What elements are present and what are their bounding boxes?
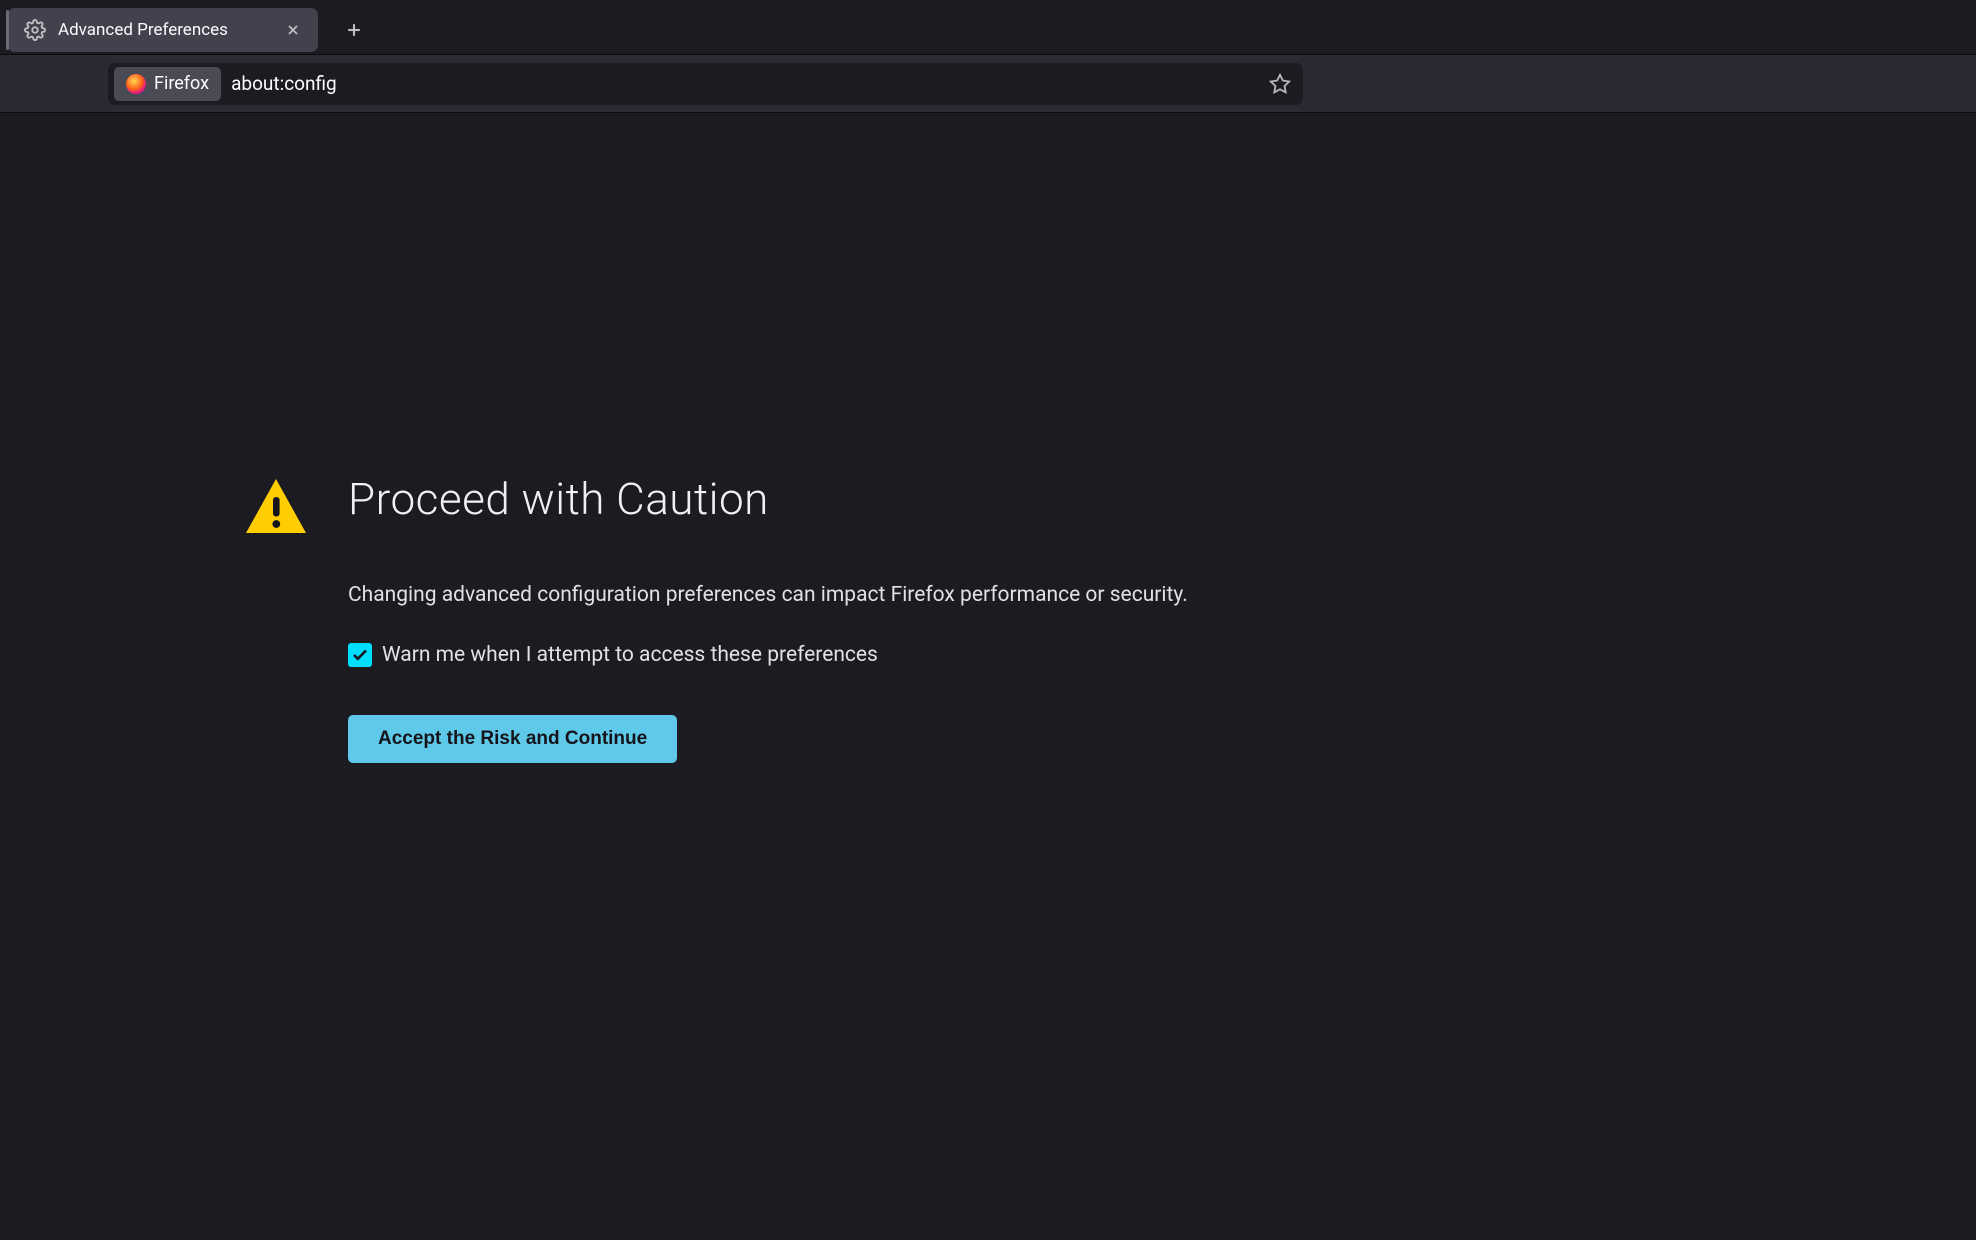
accept-risk-button[interactable]: Accept the Risk and Continue (348, 715, 677, 763)
new-tab-button[interactable] (336, 12, 372, 48)
warning-container: Proceed with Caution Changing advanced c… (240, 473, 1188, 763)
bookmark-star-button[interactable] (1267, 71, 1293, 97)
identity-label: Firefox (154, 73, 209, 94)
navigation-toolbar: Firefox about:config (0, 55, 1976, 113)
warning-triangle-icon (240, 473, 312, 763)
gear-icon (24, 19, 46, 41)
warning-description: Changing advanced configuration preferen… (348, 583, 1188, 607)
identity-box[interactable]: Firefox (114, 67, 221, 101)
warn-checkbox-label[interactable]: Warn me when I attempt to access these p… (382, 643, 878, 667)
tab-bar: Advanced Preferences (0, 0, 1976, 55)
close-tab-button[interactable] (280, 17, 306, 43)
url-text: about:config (231, 72, 1257, 95)
warn-checkbox[interactable] (348, 643, 372, 667)
tab-title: Advanced Preferences (58, 20, 268, 40)
tab-accent (6, 10, 9, 50)
warning-content: Proceed with Caution Changing advanced c… (348, 473, 1188, 763)
warning-title: Proceed with Caution (348, 473, 1188, 525)
firefox-icon (126, 74, 146, 94)
content-area: Proceed with Caution Changing advanced c… (0, 113, 1976, 763)
checkbox-row: Warn me when I attempt to access these p… (348, 643, 1188, 667)
browser-tab[interactable]: Advanced Preferences (8, 8, 318, 52)
url-bar[interactable]: Firefox about:config (108, 63, 1303, 105)
